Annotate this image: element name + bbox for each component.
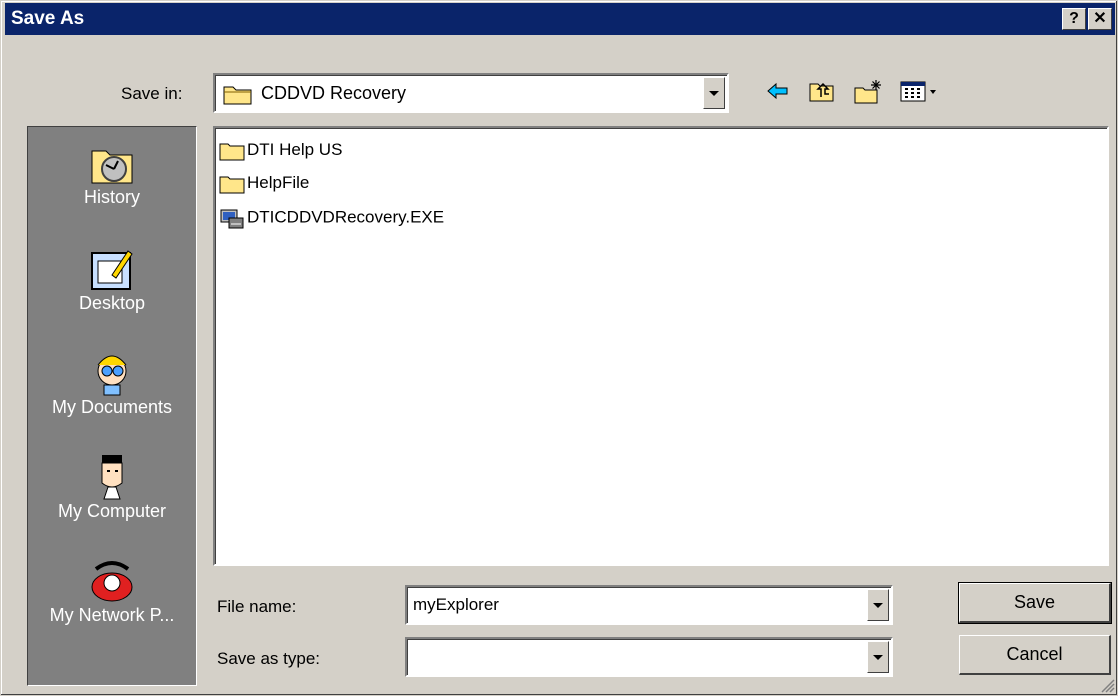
help-button[interactable]: ?: [1062, 8, 1086, 30]
file-name: DTI Help US: [247, 140, 343, 159]
folder-icon: [219, 176, 245, 194]
back-button[interactable]: [765, 79, 791, 103]
close-button[interactable]: ✕: [1088, 8, 1112, 30]
places-my-network[interactable]: My Network P...: [28, 557, 196, 626]
folder-icon: [219, 143, 245, 161]
save-in-label: Save in:: [121, 84, 183, 103]
new-folder-button[interactable]: [853, 79, 881, 104]
my-computer-icon: [101, 455, 123, 500]
places-my-computer[interactable]: My Computer: [28, 453, 196, 522]
save-button[interactable]: Save: [958, 582, 1112, 624]
places-history-label: History: [83, 187, 140, 207]
my-network-places-icon: [91, 561, 133, 602]
file-name-dropdown-button[interactable]: [867, 589, 889, 621]
back-icon: [767, 82, 788, 100]
list-item[interactable]: DTICDDVDRecovery.EXE: [219, 206, 444, 232]
cancel-button[interactable]: Cancel: [959, 635, 1111, 675]
new-folder-icon: [854, 80, 881, 104]
list-item[interactable]: HelpFile: [219, 173, 309, 199]
folder-icon: [223, 86, 252, 105]
title-bar[interactable]: Save As ? ✕: [5, 3, 1115, 35]
file-list[interactable]: DTI Help US HelpFile DTICDDVDRecovery.EX…: [213, 126, 1109, 566]
up-folder-icon: [809, 82, 834, 102]
close-icon: ✕: [1093, 10, 1107, 27]
save-as-type-label: Save as type:: [217, 649, 321, 668]
history-icon: [91, 150, 133, 184]
dialog-title: Save As: [11, 8, 85, 29]
file-name-combobox[interactable]: myExplorer: [405, 585, 893, 625]
current-folder-name: CDDVD Recovery: [261, 83, 407, 103]
file-name-input[interactable]: myExplorer: [413, 595, 499, 615]
save-in-dropdown-button[interactable]: [703, 77, 725, 109]
view-menu-icon: [900, 81, 936, 102]
view-menu-button[interactable]: [899, 79, 949, 103]
places-my-documents[interactable]: My Documents: [28, 349, 196, 418]
save-as-dialog: Save As ? ✕ Save in: CDDVD Recovery Hist…: [0, 0, 1118, 696]
desktop-icon: [91, 250, 133, 290]
my-documents-icon: [97, 355, 127, 396]
list-item[interactable]: DTI Help US: [219, 140, 342, 166]
places-my-computer-label: My Computer: [57, 501, 167, 521]
save-in-combobox[interactable]: CDDVD Recovery: [213, 73, 729, 113]
file-name: DTICDDVDRecovery.EXE: [247, 207, 445, 227]
executable-icon: [220, 209, 244, 229]
places-desktop[interactable]: Desktop: [28, 245, 196, 314]
save-as-type-select[interactable]: [405, 637, 893, 677]
places-my-documents-label: My Documents: [51, 397, 173, 417]
save-as-type-dropdown-button[interactable]: [867, 641, 889, 673]
file-name: HelpFile: [247, 173, 310, 192]
resize-grip-icon[interactable]: [1099, 677, 1115, 693]
places-desktop-label: Desktop: [78, 293, 146, 313]
places-my-network-label: My Network P...: [49, 605, 175, 625]
places-history[interactable]: History: [28, 139, 196, 208]
places-bar: History Desktop My Documents My Computer…: [27, 126, 197, 686]
file-name-label: File name:: [217, 597, 297, 616]
up-one-level-button[interactable]: [808, 79, 834, 103]
